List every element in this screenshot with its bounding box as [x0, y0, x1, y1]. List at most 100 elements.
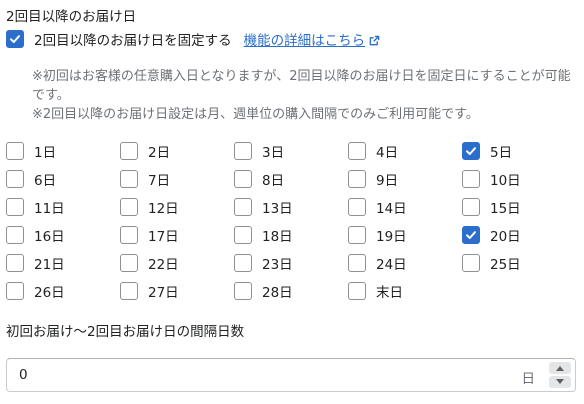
day-label: 5日 [490, 145, 513, 161]
day-option[interactable]: 15日 [462, 197, 572, 217]
external-link-icon [369, 35, 380, 46]
details-link[interactable]: 機能の詳細はこちら [244, 29, 381, 49]
day-option[interactable]: 25日 [462, 253, 572, 273]
day-checkbox[interactable] [348, 254, 366, 272]
day-option[interactable]: 13日 [234, 197, 344, 217]
day-checkbox[interactable] [348, 198, 366, 216]
day-option[interactable]: 12日 [120, 197, 230, 217]
day-option[interactable]: 18日 [234, 225, 344, 245]
day-checkbox[interactable] [6, 198, 24, 216]
day-label: 7日 [148, 173, 171, 189]
fixed-date-label: 2回目以降のお届け日を固定する [34, 33, 232, 49]
day-option[interactable]: 27日 [120, 281, 230, 301]
day-checkbox[interactable] [234, 142, 252, 160]
day-checkbox[interactable] [6, 282, 24, 300]
checkmark-icon [466, 147, 476, 155]
day-option[interactable]: 20日 [462, 225, 572, 245]
day-option[interactable]: 11日 [6, 197, 116, 217]
day-option[interactable]: 5日 [462, 141, 572, 161]
day-checkbox[interactable] [6, 170, 24, 188]
day-checkbox[interactable] [234, 226, 252, 244]
interval-days-field: 日 [6, 358, 576, 392]
day-label: 19日 [376, 229, 407, 245]
day-label: 1日 [34, 145, 57, 161]
day-label: 14日 [376, 201, 407, 217]
day-label: 8日 [262, 173, 285, 189]
day-label: 22日 [148, 257, 179, 273]
day-label: 9日 [376, 173, 399, 189]
day-checkbox[interactable] [234, 198, 252, 216]
day-checkbox[interactable] [348, 142, 366, 160]
day-label: 13日 [262, 201, 293, 217]
day-option[interactable]: 8日 [234, 169, 344, 189]
day-checkbox[interactable] [6, 226, 24, 244]
day-label: 21日 [34, 257, 65, 273]
day-option[interactable]: 1日 [6, 141, 116, 161]
day-label: 16日 [34, 229, 65, 245]
details-link-text: 機能の詳細はこちら [243, 33, 366, 49]
day-label: 27日 [148, 285, 179, 301]
day-label: 4日 [376, 145, 399, 161]
day-label: 23日 [262, 257, 293, 273]
day-option[interactable]: 14日 [348, 197, 458, 217]
interval-stepper [549, 362, 571, 388]
day-option[interactable]: 末日 [348, 281, 458, 301]
day-label: 17日 [148, 229, 179, 245]
day-label: 25日 [490, 257, 521, 273]
day-checkbox[interactable] [120, 254, 138, 272]
day-checkbox[interactable] [462, 198, 480, 216]
help-text: ※初回はお客様の任意購入日となりますが、2回目以降のお届け日を固定日にすることが… [32, 67, 580, 124]
day-option[interactable]: 16日 [6, 225, 116, 245]
caret-down-icon [556, 379, 564, 384]
day-checkbox[interactable] [120, 226, 138, 244]
step-up-button[interactable] [549, 362, 571, 374]
day-option[interactable]: 22日 [120, 253, 230, 273]
day-checkbox[interactable] [234, 170, 252, 188]
day-option[interactable]: 17日 [120, 225, 230, 245]
day-option[interactable]: 21日 [6, 253, 116, 273]
day-checkbox[interactable] [348, 226, 366, 244]
fixed-date-row[interactable]: 2回目以降のお届け日を固定する 機能の詳細はこちら [6, 29, 380, 49]
day-checkbox[interactable] [6, 254, 24, 272]
day-label: 12日 [148, 201, 179, 217]
day-option[interactable]: 6日 [6, 169, 116, 189]
day-option[interactable]: 9日 [348, 169, 458, 189]
day-checkbox[interactable] [120, 170, 138, 188]
day-option[interactable]: 7日 [120, 169, 230, 189]
day-checkbox[interactable] [120, 198, 138, 216]
day-option[interactable]: 24日 [348, 253, 458, 273]
day-checkbox[interactable] [120, 142, 138, 160]
day-checkbox[interactable] [462, 226, 480, 244]
section-title: 2回目以降のお届け日 [6, 9, 137, 25]
day-label: 26日 [34, 285, 65, 301]
day-option[interactable]: 2日 [120, 141, 230, 161]
interval-days-input[interactable] [19, 359, 499, 391]
day-option[interactable]: 26日 [6, 281, 116, 301]
day-option[interactable]: 28日 [234, 281, 344, 301]
day-option[interactable]: 3日 [234, 141, 344, 161]
day-checkbox[interactable] [6, 142, 24, 160]
help-text-line1: ※初回はお客様の任意購入日となりますが、2回目以降のお届け日を固定日にすることが… [32, 69, 571, 103]
day-checkbox[interactable] [120, 282, 138, 300]
step-down-button[interactable] [549, 376, 571, 388]
day-checkbox[interactable] [234, 282, 252, 300]
fixed-date-checkbox[interactable] [6, 30, 24, 48]
checkmark-icon [10, 35, 20, 43]
help-text-line2: ※2回目以降のお届け日設定は月、週単位の購入間隔でのみご利用可能です。 [32, 107, 479, 122]
interval-label: 初回お届け〜2回目お届け日の間隔日数 [6, 324, 245, 340]
interval-days-suffix: 日 [521, 371, 536, 387]
day-checkbox[interactable] [462, 254, 480, 272]
day-checkbox[interactable] [348, 170, 366, 188]
day-option[interactable]: 10日 [462, 169, 572, 189]
day-checkbox[interactable] [234, 254, 252, 272]
day-checkbox[interactable] [348, 282, 366, 300]
day-label: 11日 [34, 201, 65, 217]
day-label: 6日 [34, 173, 57, 189]
day-option[interactable]: 23日 [234, 253, 344, 273]
day-checkbox[interactable] [462, 142, 480, 160]
day-checkbox[interactable] [462, 170, 480, 188]
day-label: 末日 [376, 285, 403, 301]
day-option[interactable]: 19日 [348, 225, 458, 245]
day-option[interactable]: 4日 [348, 141, 458, 161]
day-label: 28日 [262, 285, 293, 301]
